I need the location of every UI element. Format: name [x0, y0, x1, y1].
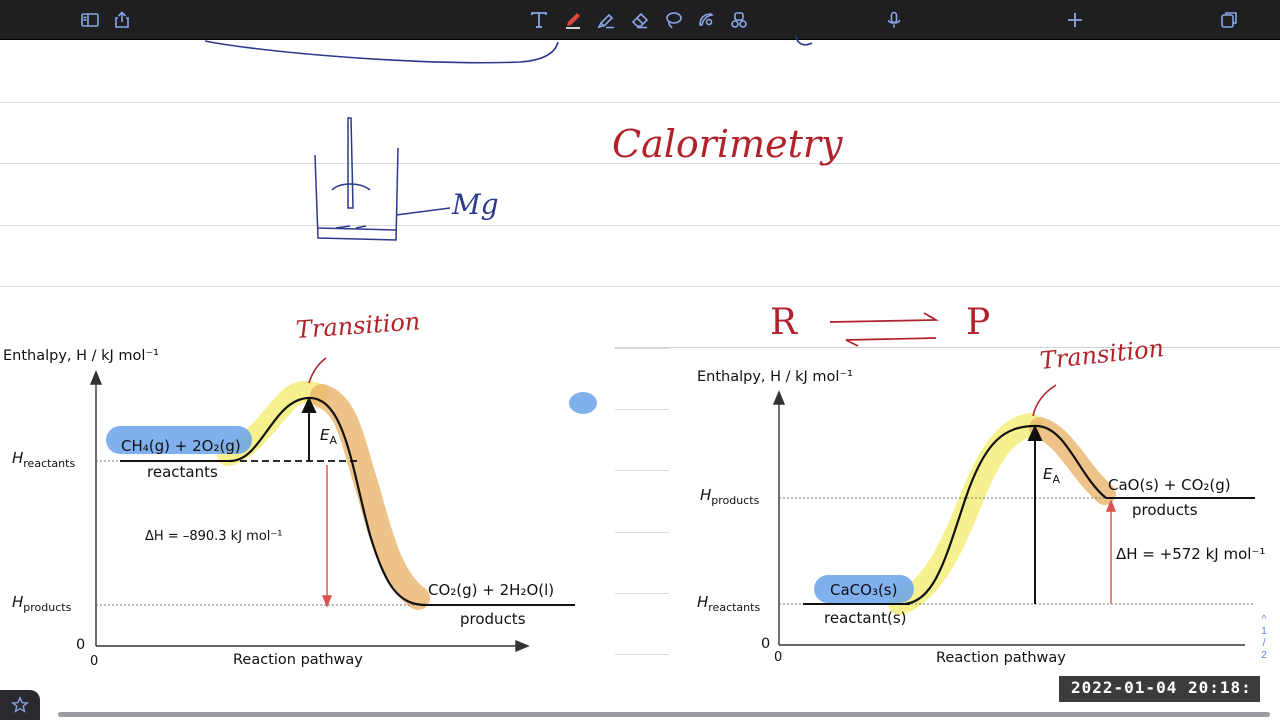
horizontal-scrollbar[interactable] [58, 712, 1270, 717]
h-subscript: products [23, 601, 72, 614]
h-subscript: reactants [23, 457, 76, 470]
delta-h-label: ΔH = +572 kJ mol⁻¹ [1116, 545, 1266, 563]
ruled-line [615, 348, 669, 349]
page-total: 2 [1261, 650, 1267, 661]
activation-energy-label: EA [1043, 465, 1061, 486]
reactants-label: reactant(s) [824, 609, 907, 627]
h-subscript: reactants [708, 601, 761, 614]
lasso-tool-icon[interactable] [661, 8, 685, 32]
x-axis-label: Reaction pathway [233, 652, 363, 668]
ruled-line [615, 470, 669, 471]
y-axis-label: Enthalpy, H / kJ mol⁻¹ [3, 348, 159, 364]
ea-subscript: A [1052, 473, 1061, 486]
star-icon [11, 696, 29, 713]
add-page-icon[interactable] [1063, 8, 1087, 32]
page-indicator[interactable]: ^ 1 / 2 [1257, 614, 1271, 662]
share-icon[interactable] [110, 8, 134, 32]
products-formula: CO₂(g) + 2H₂O(l) [428, 581, 555, 599]
pages-icon[interactable] [1217, 8, 1241, 32]
equilibrium-product: P [966, 302, 991, 343]
eraser-tool-icon[interactable] [628, 8, 652, 32]
reactants-label: reactants [147, 463, 218, 481]
page-up-icon[interactable]: ^ [1257, 614, 1271, 626]
products-label: products [1132, 501, 1198, 519]
ruled-line [0, 225, 1280, 226]
activation-energy-label: EA [320, 426, 338, 447]
reactants-formula: CaCO₃(s) [830, 581, 898, 599]
origin-label: 0 [761, 636, 771, 652]
microphone-icon[interactable] [882, 8, 906, 32]
h-reactants-label: Hreactants [697, 593, 761, 614]
page-current: 1 [1261, 626, 1267, 637]
favorite-button[interactable] [0, 690, 40, 720]
ruled-line [615, 409, 669, 410]
ruled-line [615, 532, 669, 533]
page-separator: / [1262, 638, 1266, 649]
x-origin-label: 0 [774, 650, 783, 665]
x-origin-label: 0 [90, 654, 99, 669]
h-symbol: H [12, 593, 24, 611]
calorimetry-heading: Calorimetry [612, 122, 843, 166]
recording-timestamp: 2022-01-04 20:18: [1059, 676, 1260, 702]
top-toolbar [0, 0, 1280, 40]
x-axis-label: Reaction pathway [936, 650, 1066, 666]
origin-label: 0 [76, 637, 86, 653]
products-formula: CaO(s) + CO₂(g) [1108, 476, 1231, 494]
h-products-label: Hproducts [700, 486, 760, 507]
pointer-dot [569, 392, 597, 414]
h-products-label: Hproducts [12, 593, 72, 614]
ruled-line [615, 593, 669, 594]
h-symbol: H [700, 486, 712, 504]
delta-h-label: ΔH = –890.3 kJ mol⁻¹ [145, 529, 283, 544]
image-tool-icon[interactable] [694, 8, 718, 32]
y-axis-label: Enthalpy, H / kJ mol⁻¹ [697, 369, 853, 385]
shapes-tool-icon[interactable] [727, 8, 751, 32]
h-subscript: products [711, 494, 760, 507]
h-symbol: H [697, 593, 709, 611]
products-label: products [460, 610, 526, 628]
ruled-line [615, 654, 669, 655]
ea-subscript: A [329, 434, 338, 447]
pen-tool-icon[interactable] [561, 8, 585, 32]
reactants-formula: CH₄(g) + 2O₂(g) [121, 437, 241, 455]
h-symbol: H [12, 449, 24, 467]
mg-label: Mg [452, 188, 499, 221]
sidebar-icon[interactable] [78, 8, 102, 32]
ruled-line [0, 286, 1280, 287]
equilibrium-reactant: R [770, 302, 798, 343]
figure-border [614, 347, 1280, 348]
highlighter-tool-icon[interactable] [594, 8, 618, 32]
h-reactants-label: Hreactants [12, 449, 76, 470]
ruled-line [0, 102, 1280, 103]
text-tool-icon[interactable] [527, 8, 551, 32]
